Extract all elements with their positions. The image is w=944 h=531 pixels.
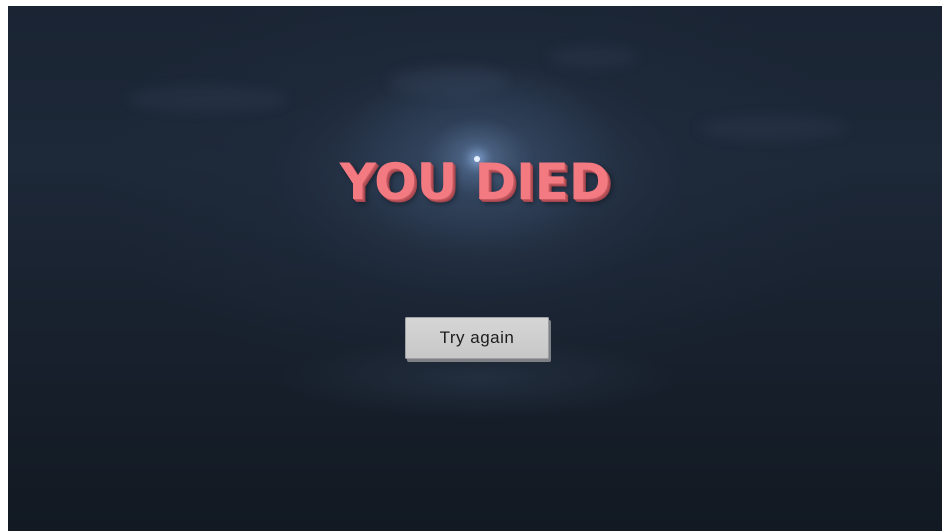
cloud-decoration [548,46,638,68]
cloud-decoration [698,116,848,140]
cloud-decoration [388,66,508,96]
cloud-decoration [128,86,288,112]
try-again-button[interactable]: Try again [405,317,549,359]
death-screen: YOU DIED Try again [8,6,942,531]
death-title: YOU DIED [339,153,611,211]
game-window: YOU DIED Try again [0,0,944,531]
